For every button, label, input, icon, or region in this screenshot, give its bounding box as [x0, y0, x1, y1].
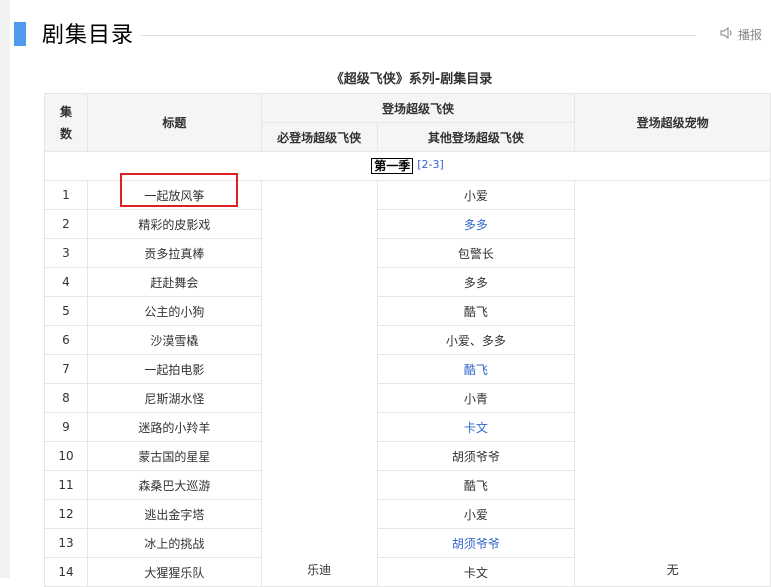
episode-title: 公主的小狗 — [86, 296, 262, 326]
episode-number: 1 — [44, 180, 88, 210]
episode-title: 贡多拉真棒 — [86, 238, 262, 268]
other-heroes-link[interactable]: 多多 — [464, 218, 488, 232]
episode-title: 冰上的挑战 — [86, 528, 262, 558]
episode-number: 13 — [44, 528, 88, 558]
other-heroes: 酷飞 — [376, 470, 576, 500]
other-heroes-link[interactable]: 酷飞 — [464, 363, 488, 377]
episode-number: 8 — [44, 383, 88, 413]
title-divider — [140, 35, 696, 36]
other-heroes[interactable]: 卡文 — [376, 412, 576, 442]
table-caption: 《超级飞侠》系列-剧集目录 — [330, 72, 493, 87]
episode-number: 7 — [44, 354, 88, 384]
episode-title: 赶赴舞会 — [86, 267, 262, 297]
table-row: 1 一起放风筝 乐迪 小爱无 — [44, 180, 771, 587]
episode-number: 9 — [44, 412, 88, 442]
other-heroes-text: 酷飞 — [463, 304, 488, 319]
episode-title: 森桑巴大巡游 — [86, 470, 262, 500]
episode-number: 14 — [44, 557, 88, 587]
episode-number: 11 — [44, 470, 88, 500]
episode-title: 大猩猩乐队 — [86, 557, 262, 587]
episode-title: 精彩的皮影戏 — [86, 209, 262, 239]
must-appear-cell: 乐迪 — [260, 180, 378, 587]
other-heroes-text: 多多 — [463, 275, 488, 290]
header-others: 其他登场超级飞侠 — [376, 122, 576, 152]
header-must-appear: 必登场超级飞侠 — [260, 122, 378, 152]
other-heroes: 卡文 — [376, 557, 576, 587]
episode-title: 蒙古国的星星 — [86, 441, 262, 471]
episode-number: 4 — [44, 267, 88, 297]
other-heroes-link[interactable]: 胡须爷爷 — [452, 537, 500, 551]
episode-number: 5 — [44, 296, 88, 326]
report-button[interactable]: 播报 — [720, 26, 762, 43]
other-heroes-text: 小爱 — [463, 507, 488, 522]
episode-title: 迷路的小羚羊 — [86, 412, 262, 442]
other-heroes-text: 卡文 — [463, 565, 488, 580]
episode-title: 逃出金字塔 — [86, 499, 262, 529]
other-heroes: 包警长 — [376, 238, 576, 268]
other-heroes-text: 小青 — [463, 391, 488, 406]
header-title: 标题 — [86, 93, 262, 152]
other-heroes-link[interactable]: 卡文 — [464, 421, 488, 435]
season-label: 第一季 — [371, 158, 414, 174]
other-heroes-text: 包警长 — [457, 246, 494, 261]
other-heroes: 小青 — [376, 383, 576, 413]
other-heroes: 多多 — [376, 267, 576, 297]
other-heroes-text: 小爱 — [463, 188, 488, 203]
episode-title: 沙漠雪橇 — [86, 325, 262, 355]
episode-number: 3 — [44, 238, 88, 268]
episode-number: 6 — [44, 325, 88, 355]
other-heroes: 小爱 — [376, 180, 576, 210]
other-heroes-text: 酷飞 — [463, 478, 488, 493]
other-heroes[interactable]: 胡须爷爷 — [376, 528, 576, 558]
season-row: 第一季 [2-3] — [44, 151, 771, 181]
episode-number: 10 — [44, 441, 88, 471]
other-heroes: 胡须爷爷 — [376, 441, 576, 471]
episode-number: 12 — [44, 499, 88, 529]
episode-title: 一起拍电影 — [86, 354, 262, 384]
episode-number: 2 — [44, 209, 88, 239]
episode-table: 集数 标题 登场超级飞侠 登场超级宠物 必登场超级飞侠 其他登场超级飞侠 第一季… — [44, 93, 771, 587]
section-accent-bar — [14, 22, 26, 46]
other-heroes-text: 小爱、多多 — [445, 333, 506, 348]
episode-title: 尼斯湖水怪 — [86, 383, 262, 413]
header-episode: 集数 — [44, 93, 88, 152]
other-heroes: 小爱 — [376, 499, 576, 529]
section-title: 剧集目录 — [42, 23, 135, 48]
pet-cell: 无 — [574, 180, 771, 587]
header-pet: 登场超级宠物 — [574, 93, 771, 152]
other-heroes[interactable]: 多多 — [376, 209, 576, 239]
other-heroes: 酷飞 — [376, 296, 576, 326]
other-heroes-text: 胡须爷爷 — [451, 449, 500, 464]
episode-title: 一起放风筝 — [86, 180, 262, 210]
season-citation-link[interactable]: [2-3] — [417, 158, 444, 171]
header-appear-group: 登场超级飞侠 — [260, 93, 576, 123]
speaker-icon — [720, 26, 738, 42]
other-heroes[interactable]: 酷飞 — [376, 354, 576, 384]
report-label: 播报 — [738, 28, 763, 42]
other-heroes: 小爱、多多 — [376, 325, 576, 355]
